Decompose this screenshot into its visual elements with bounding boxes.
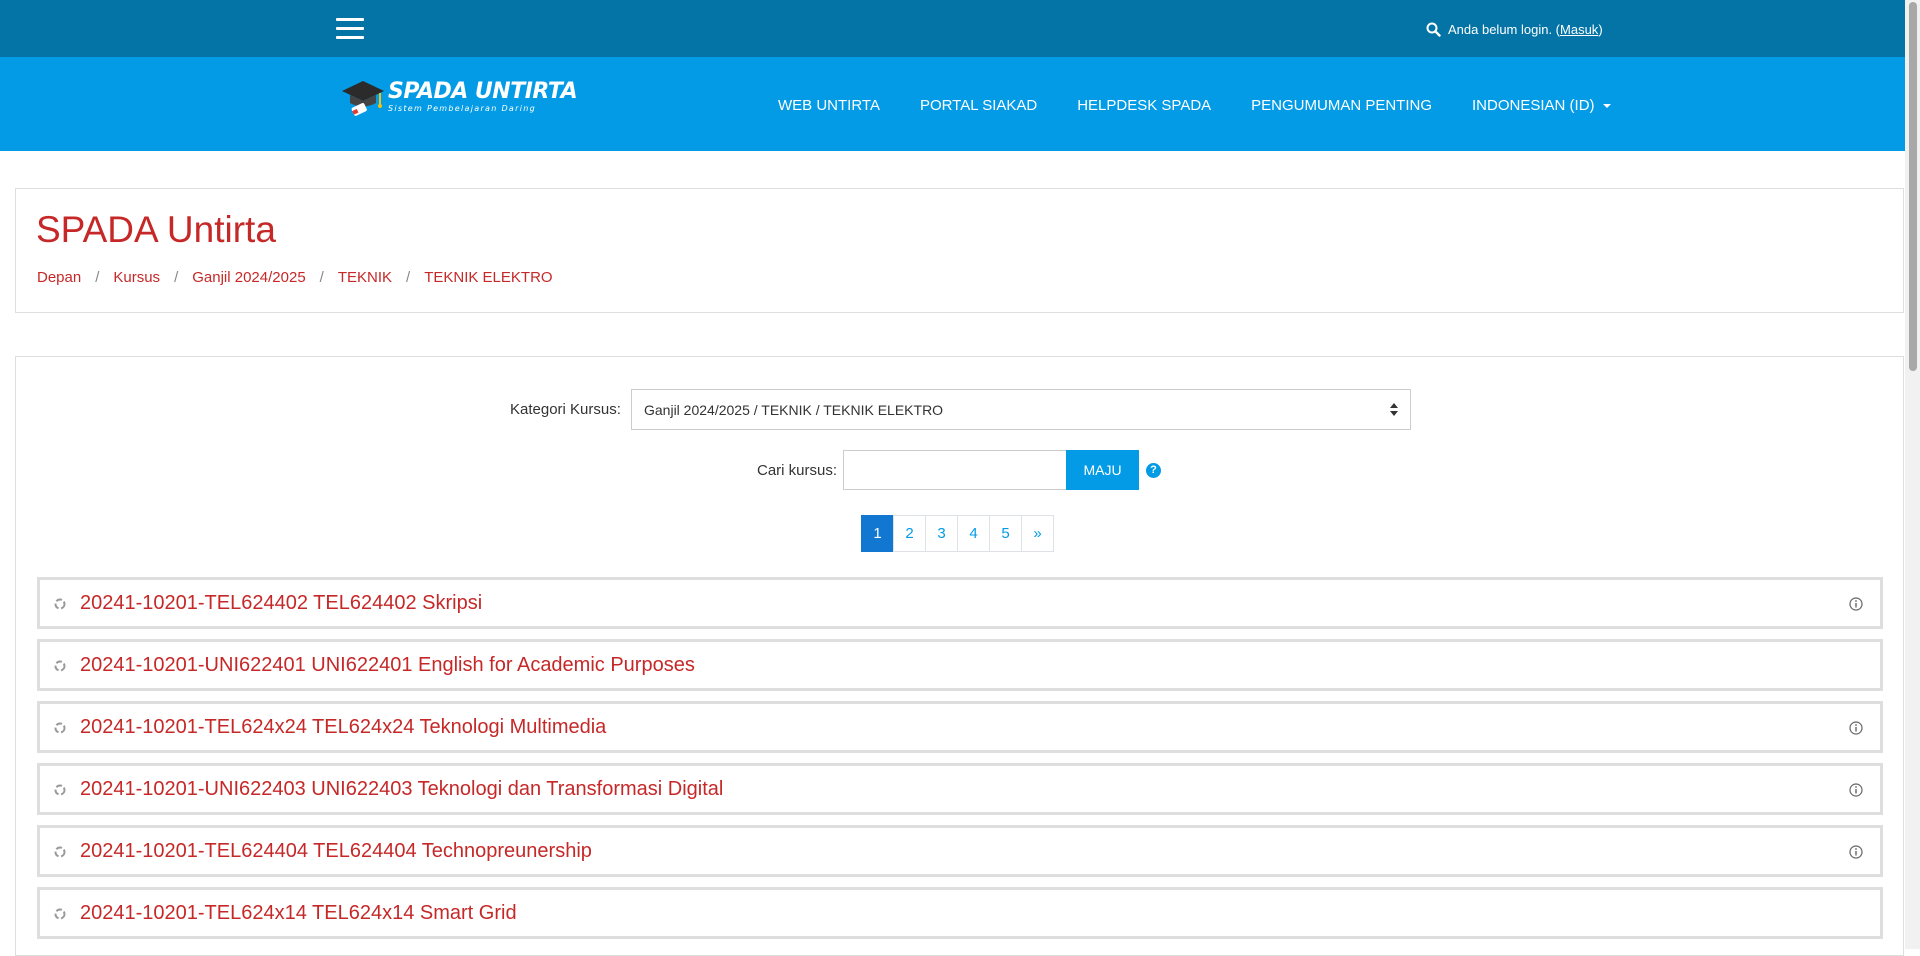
- logo-title: SPADA UNTIRTA: [388, 79, 578, 104]
- page-next[interactable]: »: [1021, 515, 1054, 552]
- breadcrumb-depan[interactable]: Depan: [37, 269, 81, 286]
- nav-pengumuman-penting[interactable]: PENGUMUMAN PENTING: [1251, 97, 1432, 114]
- page-header: SPADA Untirta Depan / Kursus / Ganjil 20…: [15, 188, 1904, 313]
- nav-web-untirta[interactable]: WEB UNTIRTA: [778, 97, 880, 114]
- info-circle-icon[interactable]: [1849, 597, 1863, 611]
- page-5[interactable]: 5: [989, 515, 1022, 552]
- page-2[interactable]: 2: [893, 515, 926, 552]
- course-category-icon: [54, 846, 66, 858]
- navigation-bar: SPADA UNTIRTA Sistem Pembelajaran Daring…: [0, 57, 1920, 151]
- login-status-text: Anda belum login. (: [1448, 21, 1561, 37]
- login-status-suffix: ): [1598, 21, 1603, 37]
- page-1[interactable]: 1: [861, 515, 894, 552]
- language-label: INDONESIAN (ID): [1472, 96, 1595, 114]
- graduation-cap-logo-icon: [342, 81, 384, 116]
- breadcrumb-department[interactable]: TEKNIK ELEKTRO: [424, 269, 552, 286]
- course-category-icon: [54, 660, 66, 672]
- login-status: Anda belum login. (Masuk): [1426, 18, 1603, 40]
- select-arrows-icon: [1390, 403, 1398, 417]
- course-link[interactable]: 20241-10201-TEL624404 TEL624404 Technopr…: [80, 840, 592, 863]
- site-logo[interactable]: SPADA UNTIRTA Sistem Pembelajaran Daring: [340, 72, 578, 122]
- course-link[interactable]: 20241-10201-UNI622401 UNI622401 English …: [80, 654, 695, 677]
- course-link[interactable]: 20241-10201-TEL624x14 TEL624x14 Smart Gr…: [80, 902, 517, 925]
- breadcrumb-separator: /: [174, 269, 179, 286]
- language-dropdown[interactable]: INDONESIAN (ID): [1472, 97, 1611, 114]
- info-circle-icon[interactable]: [1849, 845, 1863, 859]
- page-4[interactable]: 4: [957, 515, 990, 552]
- course-link[interactable]: 20241-10201-UNI622403 UNI622403 Teknolog…: [80, 778, 723, 801]
- category-selected-value: Ganjil 2024/2025 / TEKNIK / TEKNIK ELEKT…: [644, 402, 944, 418]
- search-course-input[interactable]: [843, 450, 1082, 490]
- breadcrumb-separator: /: [406, 269, 411, 286]
- breadcrumb-kursus[interactable]: Kursus: [113, 269, 160, 286]
- course-item: 20241-10201-TEL624x14 TEL624x14 Smart Gr…: [37, 887, 1883, 939]
- course-link[interactable]: 20241-10201-TEL624402 TEL624402 Skripsi: [80, 592, 482, 615]
- info-circle-icon[interactable]: [1849, 721, 1863, 735]
- page-scrollbar[interactable]: [1905, 0, 1920, 949]
- scrollbar-thumb[interactable]: [1909, 2, 1917, 371]
- course-item: 20241-10201-UNI622401 UNI622401 English …: [37, 639, 1883, 691]
- page-3[interactable]: 3: [925, 515, 958, 552]
- category-select[interactable]: Ganjil 2024/2025 / TEKNIK / TEKNIK ELEKT…: [631, 389, 1411, 430]
- course-link[interactable]: 20241-10201-TEL624x24 TEL624x24 Teknolog…: [80, 716, 606, 739]
- course-listing-panel: Kategori Kursus: Ganjil 2024/2025 / TEKN…: [15, 356, 1904, 956]
- login-link[interactable]: Masuk: [1560, 22, 1598, 37]
- breadcrumb: Depan / Kursus / Ganjil 2024/2025 / TEKN…: [37, 269, 553, 286]
- nav-helpdesk-spada[interactable]: HELPDESK SPADA: [1077, 97, 1211, 114]
- breadcrumb-semester[interactable]: Ganjil 2024/2025: [192, 269, 305, 286]
- course-list: 20241-10201-TEL624402 TEL624402 Skripsi …: [37, 577, 1883, 949]
- breadcrumb-separator: /: [319, 269, 324, 286]
- category-label: Kategori Kursus:: [510, 401, 621, 418]
- course-category-icon: [54, 784, 66, 796]
- page-title: SPADA Untirta: [36, 209, 276, 250]
- nav-portal-siakad[interactable]: PORTAL SIAKAD: [920, 97, 1037, 114]
- course-item: 20241-10201-TEL624404 TEL624404 Technopr…: [37, 825, 1883, 877]
- search-label: Cari kursus:: [757, 462, 838, 479]
- hamburger-icon[interactable]: [336, 18, 364, 40]
- course-item: 20241-10201-TEL624x24 TEL624x24 Teknolog…: [37, 701, 1883, 753]
- course-item: 20241-10201-TEL624402 TEL624402 Skripsi: [37, 577, 1883, 629]
- course-category-icon: [54, 598, 66, 610]
- course-category-icon: [54, 908, 66, 920]
- question-circle-icon[interactable]: ?: [1146, 463, 1161, 478]
- logo-subtitle: Sistem Pembelajaran Daring: [388, 104, 536, 113]
- course-category-icon: [54, 722, 66, 734]
- main-menu: WEB UNTIRTA PORTAL SIAKAD HELPDESK SPADA…: [778, 95, 1651, 115]
- top-bar: Anda belum login. (Masuk): [0, 0, 1920, 57]
- breadcrumb-faculty[interactable]: TEKNIK: [338, 269, 392, 286]
- pagination: 1 2 3 4 5 »: [861, 515, 1054, 552]
- info-circle-icon[interactable]: [1849, 783, 1863, 797]
- course-item: 20241-10201-UNI622403 UNI622403 Teknolog…: [37, 763, 1883, 815]
- caret-down-icon: [1602, 103, 1611, 108]
- search-icon[interactable]: [1426, 22, 1441, 37]
- search-submit-button[interactable]: MAJU: [1066, 450, 1139, 490]
- breadcrumb-separator: /: [95, 269, 100, 286]
